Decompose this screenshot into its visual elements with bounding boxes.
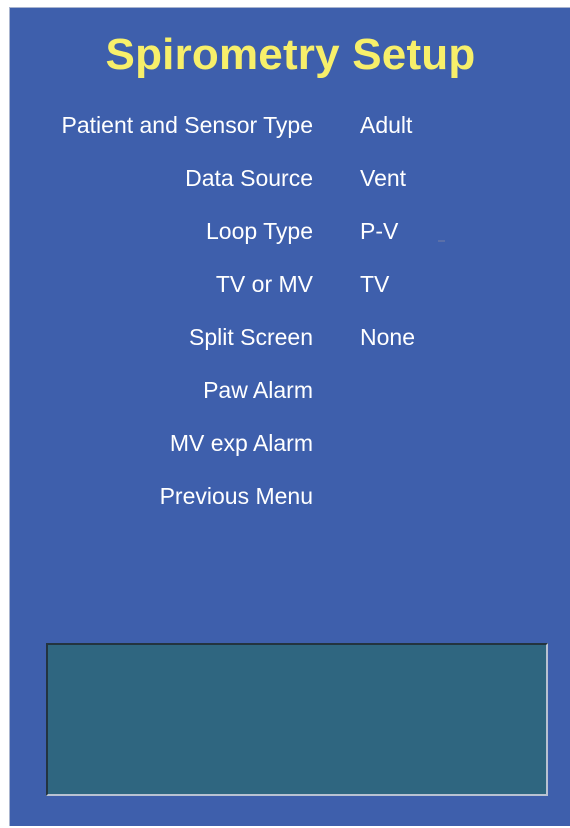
menu-item-value: Adult — [360, 112, 413, 138]
menu-item-label[interactable]: Data Source — [185, 163, 313, 193]
spirometry-setup-screen: Spirometry Setup Patient and Sensor Type… — [9, 7, 570, 826]
page-title: Spirometry Setup — [105, 30, 476, 79]
menu-item-previous-menu[interactable]: Previous Menu — [10, 481, 570, 511]
menu-item-label[interactable]: Split Screen — [189, 322, 313, 352]
message-box — [46, 643, 548, 796]
menu-item-label[interactable]: Previous Menu — [160, 481, 313, 511]
cursor-marker — [438, 240, 445, 242]
menu-item-label[interactable]: Paw Alarm — [203, 375, 313, 405]
menu-item-label[interactable]: TV or MV — [216, 269, 313, 299]
menu-item-tv-or-mv[interactable]: TV or MV TV — [10, 269, 570, 299]
menu-item-patient-sensor-type[interactable]: Patient and Sensor Type Adult — [10, 110, 570, 140]
menu-item-value: TV — [360, 271, 390, 297]
menu-item-value: Vent — [360, 165, 407, 191]
menu-item-paw-alarm[interactable]: Paw Alarm — [10, 375, 570, 405]
menu-item-loop-type[interactable]: Loop Type P-V — [10, 216, 570, 246]
menu-item-split-screen[interactable]: Split Screen None — [10, 322, 570, 352]
menu-item-value: P-V — [360, 218, 399, 244]
menu-item-mv-exp-alarm[interactable]: MV exp Alarm — [10, 428, 570, 458]
menu-item-value: None — [360, 324, 415, 350]
menu-item-data-source[interactable]: Data Source Vent — [10, 163, 570, 193]
menu-item-label[interactable]: Loop Type — [206, 216, 313, 246]
menu-item-label[interactable]: MV exp Alarm — [170, 428, 313, 458]
menu-item-label[interactable]: Patient and Sensor Type — [62, 110, 313, 140]
